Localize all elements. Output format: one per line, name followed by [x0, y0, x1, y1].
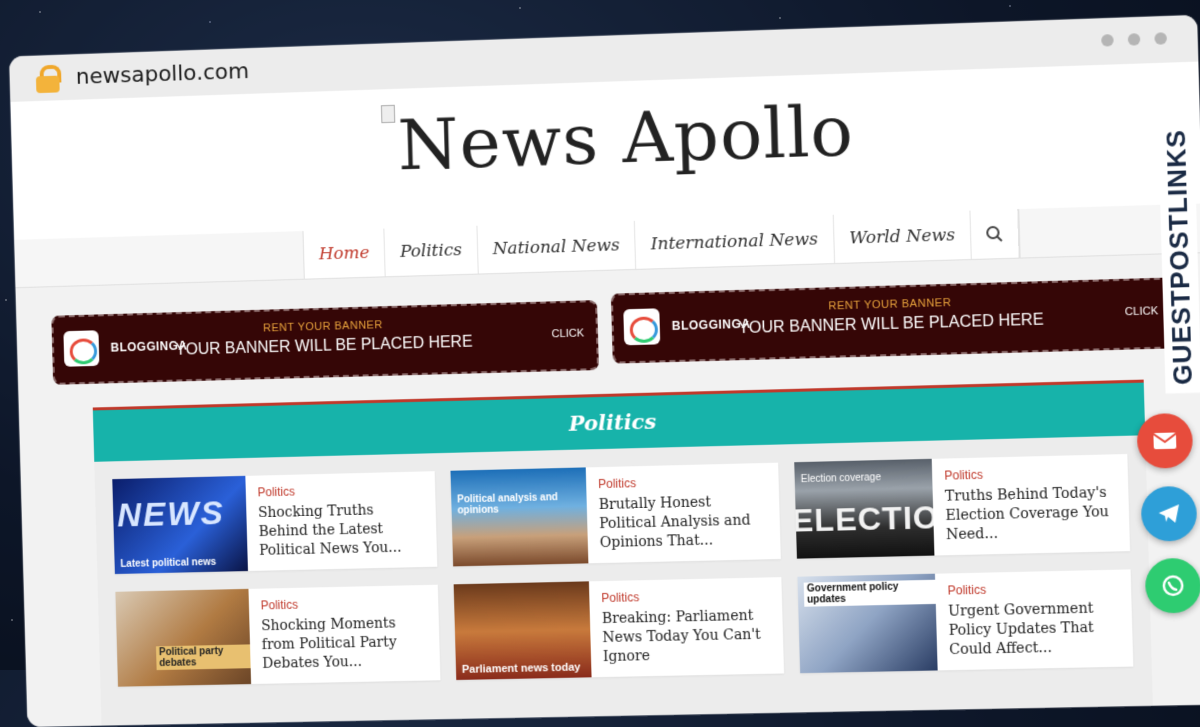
browser-window: newsapollo.com News Apollo Home Politics…	[9, 14, 1200, 727]
nav-politics[interactable]: Politics	[384, 225, 479, 277]
window-dot[interactable]	[1154, 32, 1168, 45]
thumbnail-caption: Government policy updates	[803, 579, 936, 607]
article-thumbnail[interactable]: Election coverage ELECTIO	[794, 458, 935, 559]
thumbnail-caption: Parliament news today	[461, 661, 581, 676]
article-title[interactable]: Shocking Moments from Political Party De…	[261, 614, 430, 674]
article-info: Politics Truths Behind Today's Election …	[932, 454, 1130, 556]
window-dot[interactable]	[1127, 33, 1141, 46]
article-category[interactable]: Politics	[601, 587, 772, 605]
thumbnail-caption: Political analysis and opinions	[457, 492, 558, 517]
web-page: News Apollo Home Politics National News …	[10, 61, 1200, 727]
article-category[interactable]: Politics	[598, 473, 769, 491]
article-thumbnail[interactable]: Government policy updates	[797, 573, 938, 674]
article-title[interactable]: Shocking Truths Behind the Latest Politi…	[258, 500, 427, 561]
site-title: News Apollo	[396, 89, 855, 187]
article-card[interactable]: Government policy updates Politics Urgen…	[797, 569, 1134, 674]
article-card[interactable]: Election coverage ELECTIO Politics Truth…	[794, 453, 1131, 559]
address-bar[interactable]: newsapollo.com	[76, 59, 250, 90]
guestpostlinks-watermark: GUESTPOSTLINKS	[1157, 120, 1200, 394]
article-title[interactable]: Truths Behind Today's Election Coverage …	[945, 484, 1120, 546]
article-thumbnail[interactable]: Parliament news today	[453, 581, 592, 680]
article-thumbnail[interactable]: NEWS Latest political news	[112, 475, 248, 575]
article-info: Politics Shocking Moments from Political…	[248, 585, 440, 684]
window-controls	[1101, 32, 1168, 47]
thumbnail-word: NEWS	[116, 494, 226, 535]
politics-section: Politics NEWS Latest political news Poli…	[92, 379, 1154, 727]
nav-international-news[interactable]: International News	[635, 214, 835, 269]
article-thumbnail[interactable]: Political analysis and opinions	[450, 467, 589, 567]
article-card[interactable]: Parliament news today Politics Breaking:…	[453, 577, 785, 680]
whatsapp-icon[interactable]	[1144, 557, 1200, 614]
article-title[interactable]: Brutally Honest Political Analysis and O…	[598, 492, 770, 553]
section-title[interactable]: Politics	[92, 382, 1146, 462]
article-info: Politics Breaking: Parliament News Today…	[589, 577, 784, 677]
window-dot[interactable]	[1101, 34, 1114, 47]
thumbnail-caption: Latest political news	[120, 556, 217, 570]
article-thumbnail[interactable]: Political party debates	[115, 588, 252, 687]
article-category[interactable]: Politics	[944, 464, 1118, 483]
article-category[interactable]: Politics	[947, 580, 1121, 598]
nav-home[interactable]: Home	[303, 228, 386, 279]
banner-click: CLICK	[1124, 305, 1159, 319]
search-icon[interactable]	[970, 209, 1020, 259]
thumbnail-caption: Election coverage	[800, 472, 882, 486]
article-category[interactable]: Politics	[261, 595, 429, 613]
article-card[interactable]: Political analysis and opinions Politics…	[450, 462, 781, 567]
ad-banner-right[interactable]: BLOGGINGA RENT YOUR BANNER YOUR BANNER W…	[610, 277, 1174, 364]
article-card[interactable]: Political party debates Politics Shockin…	[115, 584, 441, 687]
lock-icon	[33, 63, 63, 94]
nav-world-news[interactable]: World News	[833, 210, 973, 264]
watermark-text: GUESTPOSTLINKS	[1160, 128, 1199, 386]
site-logo[interactable]: News Apollo	[380, 89, 855, 187]
article-card[interactable]: NEWS Latest political news Politics Shoc…	[112, 471, 438, 575]
broken-image-icon	[380, 104, 396, 124]
article-title[interactable]: Urgent Government Policy Updates That Co…	[948, 599, 1123, 660]
thumbnail-word: ELECTIO	[794, 498, 935, 539]
thumbnail-caption: Political party debates	[155, 644, 251, 671]
article-title[interactable]: Breaking: Parliament News Today You Can'…	[602, 606, 774, 667]
article-info: Politics Brutally Honest Political Analy…	[586, 463, 781, 564]
browser-mockup: newsapollo.com News Apollo Home Politics…	[0, 0, 1200, 727]
article-category[interactable]: Politics	[257, 481, 425, 500]
banner-click: CLICK	[551, 327, 585, 341]
nav-national-news[interactable]: National News	[477, 220, 637, 274]
article-grid: NEWS Latest political news Politics Shoc…	[112, 453, 1134, 687]
article-info: Politics Urgent Government Policy Update…	[935, 569, 1133, 670]
ad-banner-left[interactable]: BLOGGINGA RENT YOUR BANNER YOUR BANNER W…	[51, 300, 599, 385]
article-info: Politics Shocking Truths Behind the Late…	[245, 471, 437, 571]
